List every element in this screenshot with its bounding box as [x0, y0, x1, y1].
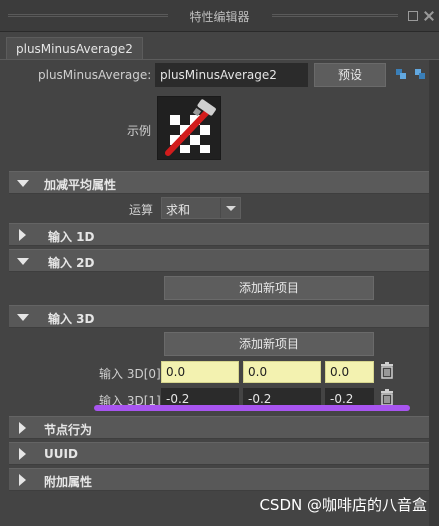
node-type-label: plusMinusAverage: — [38, 68, 152, 82]
watermark-text: CSDN @咖啡店的八音盒 — [259, 496, 427, 514]
section-header-input1d[interactable]: 输入 1D — [9, 223, 429, 246]
node-name-field[interactable]: plusMinusAverage2 — [155, 63, 308, 87]
preset-button[interactable]: 预设 — [314, 63, 386, 87]
section-title-uuid: UUID — [44, 447, 78, 461]
expand-arrow-icon — [19, 474, 26, 486]
focus-icon[interactable] — [395, 68, 407, 80]
section-header-main[interactable]: 加减平均属性 — [9, 171, 429, 194]
annotation-underline — [94, 405, 410, 411]
window-titlebar[interactable]: 特性编辑器 — [0, 0, 439, 32]
operation-label: 运算 — [129, 203, 154, 217]
sample-label: 示例 — [127, 124, 152, 138]
expand-arrow-icon — [19, 448, 26, 460]
operation-dropdown[interactable]: 求和 — [161, 197, 241, 219]
collapse-arrow-icon — [17, 258, 29, 265]
show-hide-icon[interactable] — [414, 68, 426, 80]
tab-divider — [0, 59, 439, 60]
section-header-input3d[interactable]: 输入 3D — [9, 305, 429, 328]
titlebar-grip-right — [272, 14, 398, 17]
input3d-0-label: 输入 3D[0] — [99, 367, 161, 381]
section-title-input3d: 输入 3D — [48, 312, 95, 326]
section-header-node-behavior[interactable]: 节点行为 — [9, 416, 429, 439]
section-title-main: 加减平均属性 — [44, 178, 117, 192]
expand-arrow-icon — [19, 229, 26, 241]
section-header-extra[interactable]: 附加属性 — [9, 468, 429, 491]
operation-value: 求和 — [166, 203, 191, 217]
restore-icon[interactable] — [408, 11, 418, 21]
section-title-extra: 附加属性 — [44, 475, 93, 489]
input3d-0-x-field[interactable]: 0.0 — [161, 361, 239, 383]
collapse-arrow-icon — [17, 180, 29, 187]
close-icon[interactable] — [424, 11, 434, 21]
section-title-input1d: 输入 1D — [48, 230, 95, 244]
collapse-arrow-icon — [17, 314, 29, 321]
input3d-0-y-field[interactable]: 0.0 — [243, 361, 321, 383]
trash-icon[interactable] — [380, 362, 394, 379]
section-title-node-behavior: 节点行为 — [44, 423, 93, 437]
section-header-uuid[interactable]: UUID — [9, 442, 429, 465]
expand-arrow-icon — [19, 422, 26, 434]
section-header-input2d[interactable]: 输入 2D — [9, 249, 429, 272]
input3d-0-z-field[interactable]: 0.0 — [325, 361, 374, 383]
add-item-button-3d[interactable]: 添加新项目 — [164, 332, 374, 356]
chevron-down-icon — [220, 198, 240, 218]
trash-icon[interactable] — [380, 389, 394, 406]
plusminus-node-icon — [158, 97, 220, 159]
vertical-scrollbar[interactable] — [429, 60, 439, 526]
node-swatch-image — [157, 96, 221, 160]
add-item-button-2d[interactable]: 添加新项目 — [164, 276, 374, 300]
section-title-input2d: 输入 2D — [48, 256, 95, 270]
tab-node[interactable]: plusMinusAverage2 — [6, 37, 143, 60]
